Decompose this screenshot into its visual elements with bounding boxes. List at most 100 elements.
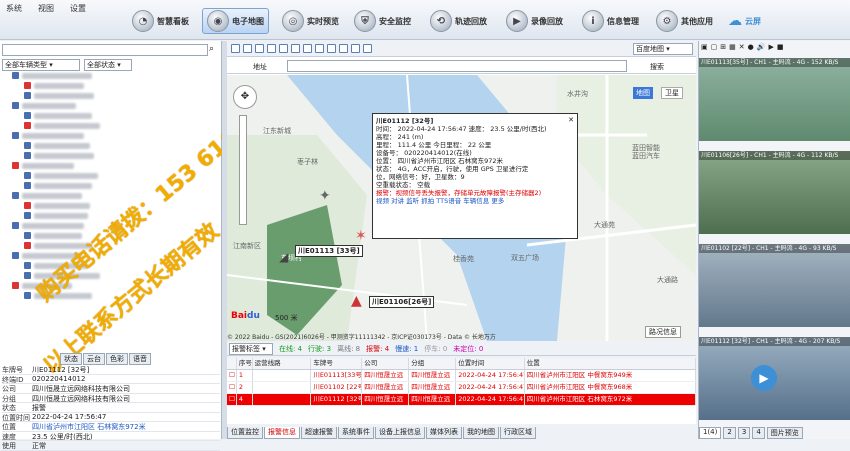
grid1-icon[interactable]: ▢ — [711, 43, 718, 57]
nav-dashboard[interactable]: ◔ 智慧看板 — [132, 8, 189, 34]
video-page-tab[interactable]: 图片预览 — [766, 427, 803, 439]
tree-item[interactable] — [2, 241, 220, 251]
nav-info[interactable]: i 信息管理 — [582, 8, 639, 34]
address-search-button[interactable]: 搜索 — [650, 62, 664, 72]
layer-icon[interactable] — [351, 44, 360, 53]
cloud-screen[interactable]: ☁ 云屏 — [728, 8, 761, 34]
popup-links[interactable]: 视频 对讲 监听 抓拍 TTS语音 车辆信息 更多 — [376, 197, 574, 205]
map-mode-button[interactable]: 地图 — [633, 87, 653, 99]
address-input[interactable] — [287, 60, 627, 72]
tree-item[interactable] — [2, 201, 220, 211]
tree-item[interactable] — [2, 141, 220, 151]
video-tile[interactable]: 川E01112 [32号] - CH1 - 主码流 - 4G - 207 KB/… — [699, 337, 850, 420]
tree-item[interactable] — [2, 211, 220, 221]
video-page-tab[interactable]: 4 — [752, 427, 765, 439]
close-icon[interactable]: ✕ — [568, 116, 574, 124]
bottom-tab[interactable]: 超速报警 — [301, 427, 337, 439]
table-row[interactable]: ☐ 1 川E01113[33号] 四川恒晟立远 四川恒晟立远 2022-04-24 17:… — [227, 370, 697, 382]
row-checkbox[interactable]: ☐ — [227, 394, 237, 405]
record-icon[interactable]: ● — [748, 43, 754, 57]
video-page-tab[interactable]: 3 — [737, 427, 751, 439]
video-page-tab[interactable]: 1(4) — [699, 427, 722, 439]
vehicle-marker-icon[interactable]: ▲ — [351, 293, 362, 309]
table-row[interactable]: ☐ 4 川E01112 [32号] 四川恒晟立远 四川恒晟立远 2022-04-24 17… — [227, 394, 697, 406]
zoom-out-icon[interactable] — [243, 44, 252, 53]
video-tile[interactable]: 川E01106[26号] - CH1 - 主码流 - 4G - 112 KB/S — [699, 151, 850, 234]
tree-item[interactable] — [2, 111, 220, 121]
polygon-icon[interactable] — [315, 44, 324, 53]
menu-system[interactable]: 系统 — [6, 3, 22, 14]
ruler-icon[interactable] — [279, 44, 288, 53]
tree-item[interactable] — [2, 271, 220, 281]
map-canvas[interactable]: ✥ 地图 卫星 水井沟 江东新城 枣子林 江南新区 东坝村 桂香苑 双五广场 大… — [227, 75, 696, 341]
tab-color[interactable]: 色彩 — [106, 353, 128, 365]
menu-settings[interactable]: 设置 — [70, 3, 86, 14]
tree-item[interactable] — [2, 131, 220, 141]
traffic-info-button[interactable]: 路况信息 — [645, 326, 681, 338]
vehicle-label[interactable]: 川E01106[26号] — [369, 296, 435, 308]
close-all-icon[interactable]: ✕ — [739, 43, 745, 57]
tree-item[interactable] — [2, 261, 220, 271]
tab-voice[interactable]: 语音 — [129, 353, 151, 365]
vehicle-label[interactable]: 川E01113 [33号] — [295, 245, 363, 257]
nav-video[interactable]: ▶ 录像回放 — [506, 8, 563, 34]
tree-item[interactable] — [2, 281, 220, 291]
tree-item[interactable] — [2, 121, 220, 131]
column-header[interactable]: 公司 — [362, 358, 410, 369]
circle-icon[interactable] — [303, 44, 312, 53]
tree-item[interactable] — [2, 221, 220, 231]
video-page-tab[interactable]: 2 — [723, 427, 736, 439]
point-icon[interactable] — [339, 44, 348, 53]
column-header[interactable]: 位置 — [525, 358, 697, 369]
column-header[interactable]: 序号 — [237, 358, 253, 369]
vehicle-tree[interactable] — [2, 71, 220, 341]
vehicle-type-select[interactable]: 全部车辆类型 ▾ — [2, 59, 80, 71]
column-header[interactable]: 分组 — [409, 358, 457, 369]
tree-item[interactable] — [2, 191, 220, 201]
column-header[interactable]: 车牌号 — [311, 358, 363, 369]
tree-item[interactable] — [2, 91, 220, 101]
tree-item[interactable] — [2, 151, 220, 161]
bottom-tab[interactable]: 我的地图 — [463, 427, 499, 439]
line-icon[interactable] — [327, 44, 336, 53]
bottom-tab[interactable]: 行政区域 — [500, 427, 536, 439]
stop-icon[interactable]: ■ — [777, 43, 784, 57]
status-select[interactable]: 全部状态 ▾ — [84, 59, 132, 71]
bottom-tab[interactable]: 位置监控 — [227, 427, 263, 439]
vehicle-marker-icon[interactable]: ◢ — [279, 250, 288, 264]
bottom-tab[interactable]: 系统事件 — [338, 427, 374, 439]
bottom-tab[interactable]: 媒体列表 — [426, 427, 462, 439]
nav-safety[interactable]: ⛨ 安全监控 — [354, 8, 411, 34]
tree-item[interactable] — [2, 161, 220, 171]
tab-status[interactable]: 状态 — [60, 353, 82, 365]
column-header[interactable]: 运营线路 — [253, 358, 312, 369]
snapshot-icon[interactable]: ▣ — [701, 43, 708, 57]
alarm-tag-select[interactable]: 报警标签 ▾ — [229, 342, 273, 355]
tree-item[interactable] — [2, 181, 220, 191]
vehicle-marker-icon[interactable]: ✶ — [355, 228, 367, 244]
select-all-checkbox[interactable] — [227, 358, 237, 369]
column-header[interactable]: 位置时间 — [456, 358, 525, 369]
map-provider-select[interactable]: 百度地图 ▾ — [633, 43, 693, 55]
tab-ptz[interactable]: 云台 — [83, 353, 105, 365]
bottom-tab[interactable]: 报警信息 — [264, 427, 300, 439]
rect-icon[interactable] — [291, 44, 300, 53]
tree-item[interactable] — [2, 251, 220, 261]
select-icon[interactable] — [267, 44, 276, 53]
play-overlay-icon[interactable]: ▶ — [751, 365, 777, 391]
video-tile[interactable]: 川E01102 [22号] - CH1 - 主码流 - 4G - 93 KB/S — [699, 244, 850, 327]
menu-view[interactable]: 视图 — [38, 3, 54, 14]
tree-item[interactable] — [2, 71, 220, 81]
tree-item[interactable] — [2, 231, 220, 241]
pan-icon[interactable] — [255, 44, 264, 53]
nav-apps[interactable]: ⚙ 其他应用 — [656, 8, 713, 34]
vehicle-marker-icon[interactable]: ✦ — [319, 188, 331, 204]
grid4-icon[interactable]: ⊞ — [720, 43, 726, 57]
table-row[interactable]: ☐ 2 川E01102 [22号] 四川恒晟立远 四川恒晟立远 2022-04-24 17… — [227, 382, 697, 394]
nav-map[interactable]: ◉ 电子地图 — [202, 8, 269, 34]
tree-item[interactable] — [2, 81, 220, 91]
pan-control-icon[interactable]: ✥ — [233, 85, 257, 109]
satellite-mode-button[interactable]: 卫星 — [661, 87, 683, 99]
vehicle-search-input[interactable] — [2, 44, 208, 56]
row-checkbox[interactable]: ☐ — [227, 370, 237, 381]
